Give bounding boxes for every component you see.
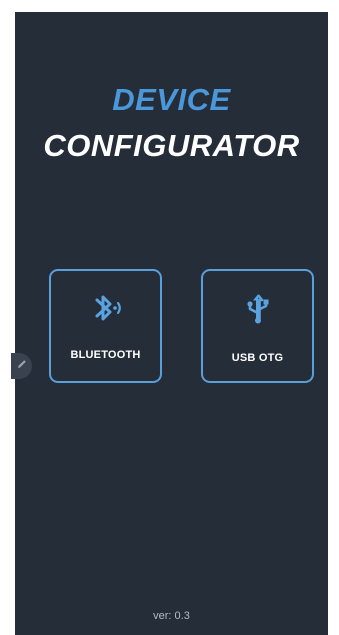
usb-otg-label: USB OTG xyxy=(231,352,284,364)
pencil-icon xyxy=(16,357,28,375)
version-label: ver: 0.3 xyxy=(153,610,190,622)
usb-otg-button[interactable]: USB OTG xyxy=(201,269,314,383)
side-edit-handle[interactable] xyxy=(11,353,32,379)
bluetooth-icon xyxy=(51,289,160,329)
title-device: DEVICE xyxy=(112,82,231,117)
bluetooth-button[interactable]: BLUETOOTH xyxy=(49,269,162,383)
app-screen: DEVICE CONFIGURATOR BLUETOOTH USB OTG ve… xyxy=(11,12,328,635)
bluetooth-label: BLUETOOTH xyxy=(70,349,141,361)
usb-icon xyxy=(203,289,312,329)
title-configurator: CONFIGURATOR xyxy=(43,128,300,163)
